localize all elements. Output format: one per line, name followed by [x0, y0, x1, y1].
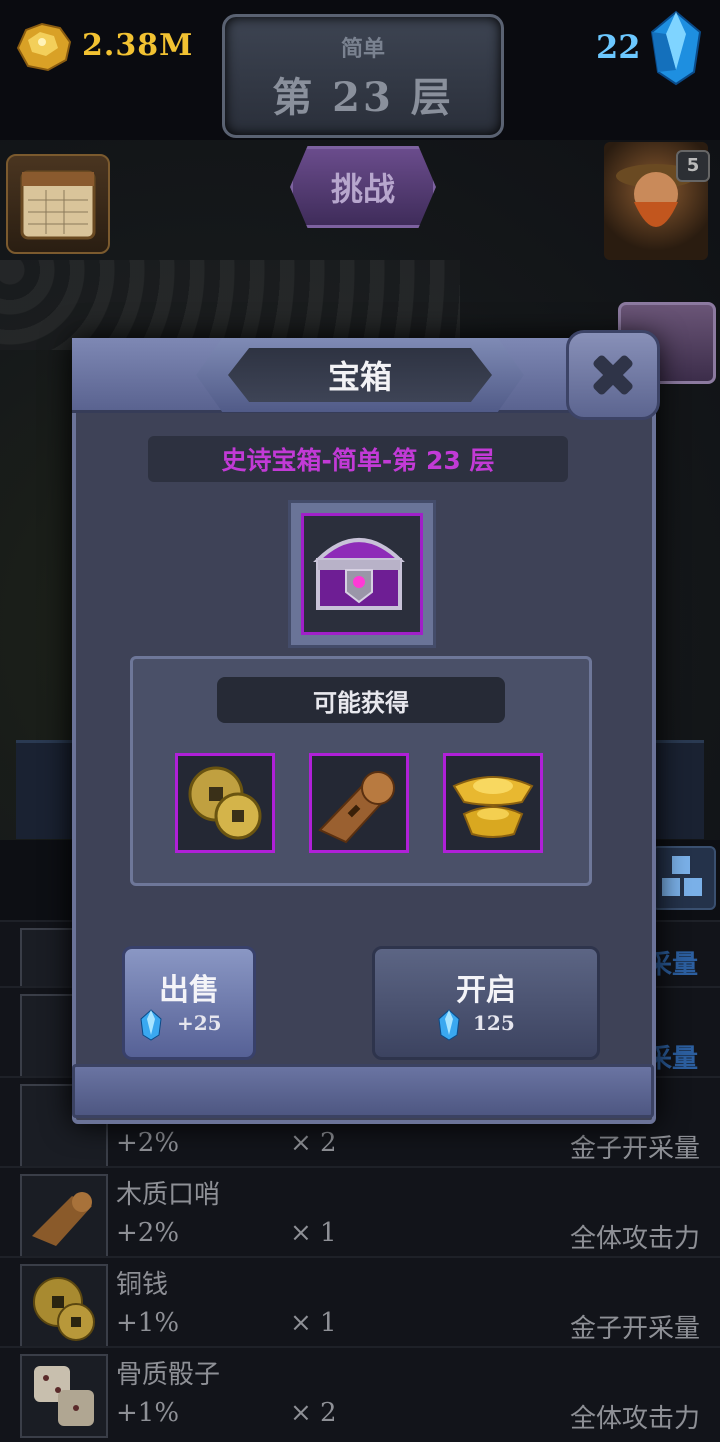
open-price: 125	[473, 1011, 515, 1035]
sell-label: 出售	[159, 973, 219, 1008]
item-bonus: +1%	[116, 1308, 180, 1338]
list-item: 木质口哨 +2% × 1 全体攻击力	[0, 1166, 720, 1258]
reward-slot-whistle[interactable]	[309, 753, 409, 853]
copper-coins-icon	[20, 1264, 108, 1348]
item-count: × 1	[290, 1218, 337, 1248]
gold-ingot-icon	[452, 776, 534, 838]
item-count: × 2	[290, 1398, 337, 1428]
item-effect: 全体攻击力	[569, 1404, 700, 1434]
item-effect: 金子开采量	[569, 1314, 700, 1344]
list-item: 铜钱 +1% × 1 金子开采量	[0, 1256, 720, 1348]
gem-amount: 22	[596, 28, 641, 66]
daily-calendar-icon[interactable]	[6, 154, 110, 254]
challenge-label: 挑战	[330, 170, 395, 208]
bone-dice-icon	[20, 1354, 108, 1438]
blue-crystal-icon	[438, 1009, 460, 1041]
item-name: 铜钱	[116, 1270, 169, 1300]
item-effect: 金子开采量	[569, 1134, 700, 1164]
dialog-title: 宝箱	[327, 358, 392, 396]
gold-nugget-icon	[12, 18, 74, 74]
level-plaque: 简单 第 23 层	[222, 14, 504, 138]
chest-name: 史诗宝箱-简单-第 23 层	[221, 446, 495, 475]
gold-amount: 2.38M	[82, 28, 194, 63]
chest-dialog: 宝箱 史诗宝箱-简单-第 23 层 可能获得 出售 +25 开启 125	[72, 330, 660, 1124]
item-bonus: +2%	[116, 1218, 180, 1248]
chest-name-bar: 史诗宝箱-简单-第 23 层	[148, 436, 568, 482]
open-label: 开启	[456, 973, 516, 1008]
chest-slot	[288, 500, 436, 648]
list-item: 骨质骰子 +1% × 2 全体攻击力	[0, 1346, 720, 1442]
wooden-whistle-icon	[318, 771, 395, 844]
blue-crystal-icon	[140, 1009, 162, 1041]
item-name: 骨质骰子	[116, 1360, 221, 1390]
challenge-button[interactable]: 挑战	[290, 146, 436, 228]
item-bonus: +1%	[116, 1398, 180, 1428]
sell-button[interactable]: 出售 +25	[122, 946, 256, 1060]
rewards-title-bar: 可能获得	[217, 677, 505, 723]
item-effect: 全体攻击力	[569, 1224, 700, 1254]
blue-crystal-icon	[646, 10, 706, 86]
reward-slot-ingot[interactable]	[443, 753, 543, 853]
rewards-panel: 可能获得	[130, 656, 592, 886]
hero-level-badge: 5	[676, 150, 710, 182]
difficulty-label: 简单	[340, 37, 385, 62]
title-plate-inner: 宝箱	[228, 348, 492, 402]
copper-coins-icon	[188, 766, 262, 840]
item-count: × 2	[290, 1128, 337, 1158]
floor-label: 第 23 层	[272, 74, 454, 121]
wooden-whistle-icon	[20, 1174, 108, 1258]
close-icon	[593, 355, 633, 395]
rock-wall	[0, 260, 460, 350]
grid-view-icon[interactable]	[652, 846, 716, 910]
close-button[interactable]	[566, 330, 660, 420]
sell-price: +25	[177, 1011, 222, 1035]
reward-slot-coins[interactable]	[175, 753, 275, 853]
epic-chest-icon	[301, 513, 423, 635]
item-name: 木质口哨	[116, 1180, 221, 1210]
rewards-title: 可能获得	[313, 688, 409, 717]
open-button[interactable]: 开启 125	[372, 946, 600, 1060]
item-bonus: +2%	[116, 1128, 180, 1158]
dialog-footer-bar	[72, 1064, 654, 1118]
item-count: × 1	[290, 1308, 337, 1338]
